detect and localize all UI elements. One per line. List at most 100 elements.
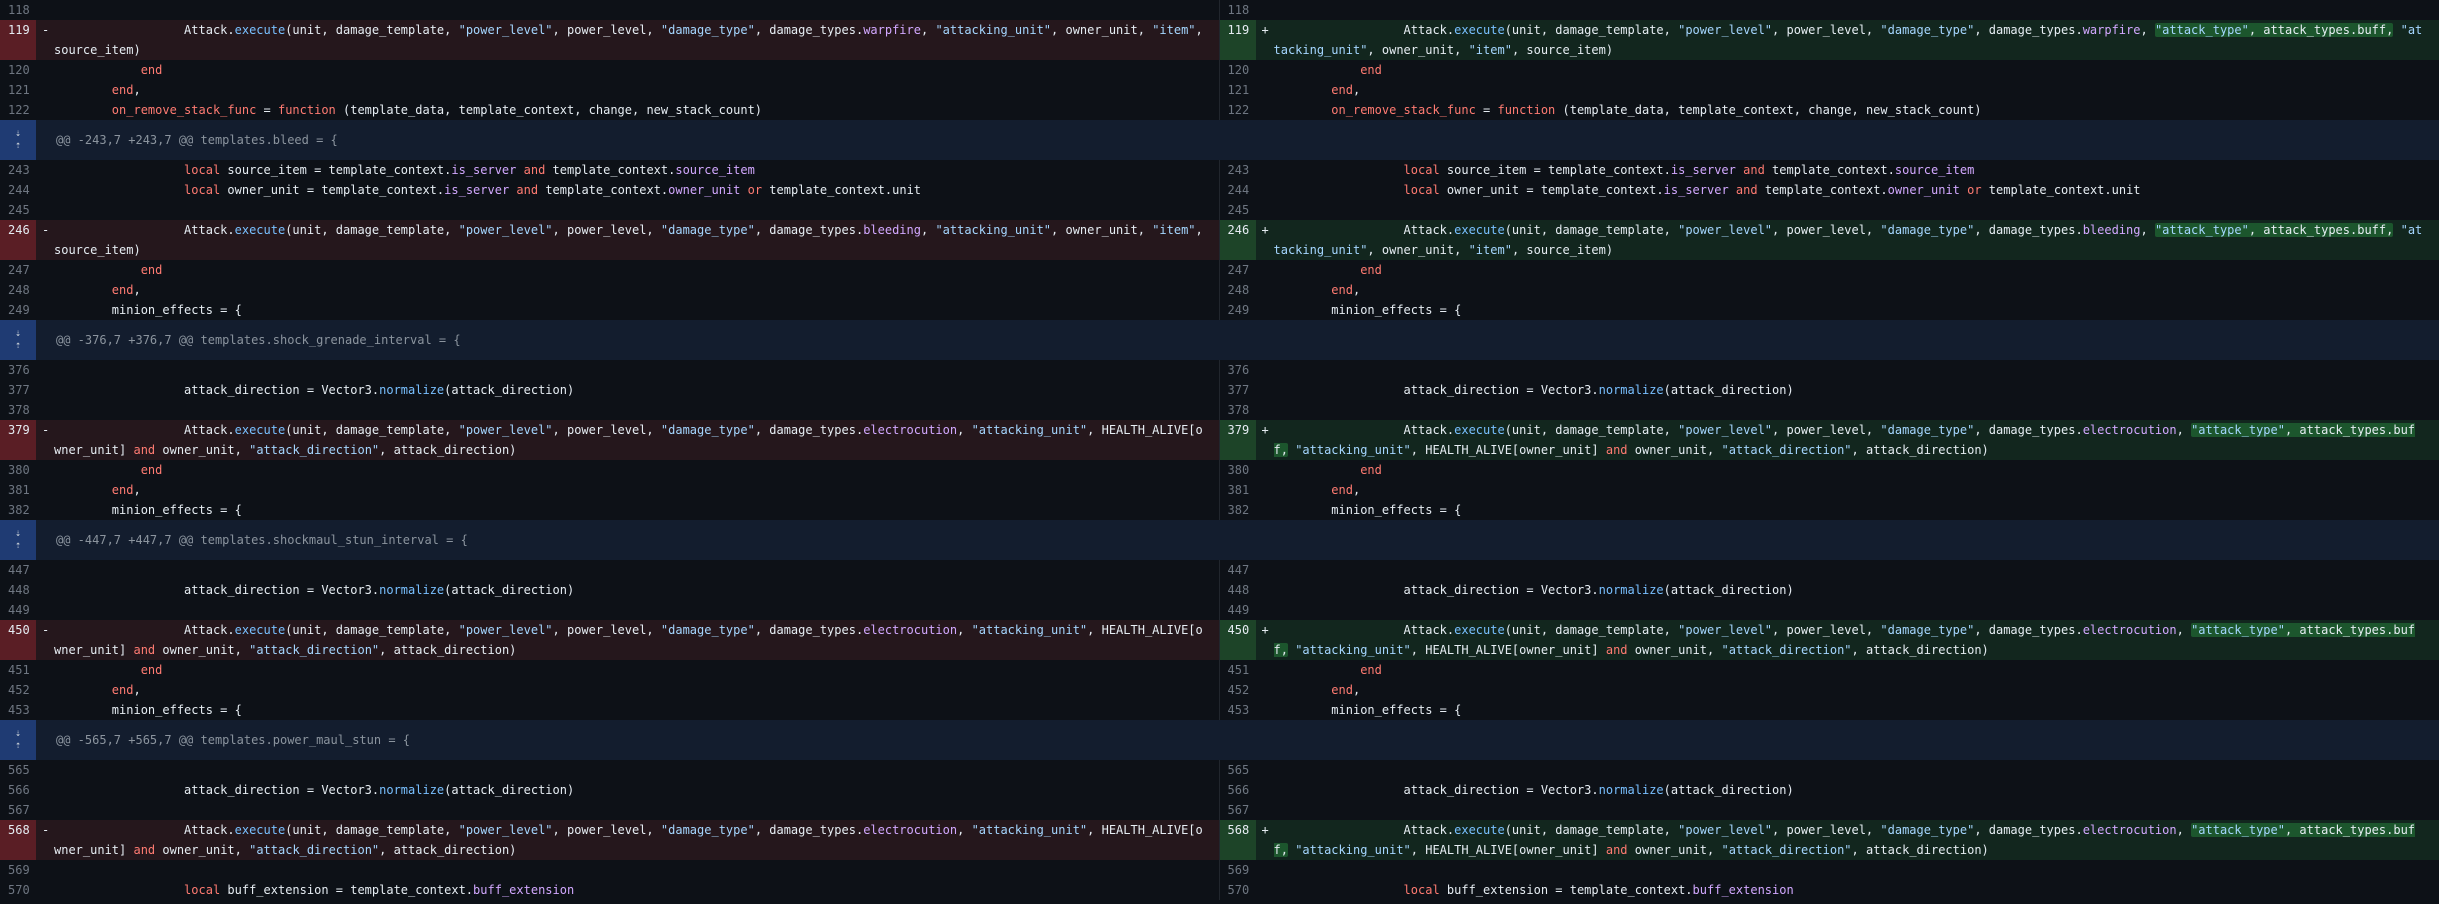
line-number[interactable]: 450 (1219, 620, 1256, 660)
line-number[interactable]: 378 (1220, 400, 1256, 420)
expand-hunk-button[interactable]: ⇣ ⇡ (0, 120, 36, 160)
line-number[interactable]: 448 (1220, 580, 1256, 600)
line-number[interactable]: 449 (1220, 600, 1256, 620)
line-number[interactable]: 122 (0, 100, 36, 120)
line-number[interactable]: 567 (1220, 800, 1256, 820)
line-number[interactable]: 449 (0, 600, 36, 620)
line-marker (36, 400, 54, 420)
line-number[interactable]: 447 (1220, 560, 1256, 580)
line-number[interactable]: 118 (1220, 0, 1256, 20)
line-number[interactable]: 567 (0, 800, 36, 820)
line-number[interactable]: 381 (0, 480, 36, 500)
addition-marker: + (1261, 23, 1269, 37)
line-number[interactable]: 452 (0, 680, 36, 700)
line-number[interactable]: 453 (0, 700, 36, 720)
line-number[interactable]: 565 (1220, 760, 1256, 780)
code-line: minion_effects = { (54, 303, 242, 317)
line-number[interactable]: 244 (1220, 180, 1256, 200)
line-number[interactable]: 569 (0, 860, 36, 880)
code-line: end, (1331, 483, 1361, 497)
line-number[interactable]: 121 (0, 80, 36, 100)
line-number[interactable]: 376 (0, 360, 36, 380)
right-line: 248 end, (1218, 280, 2439, 300)
line-number[interactable]: 565 (0, 760, 36, 780)
line-number[interactable]: 120 (1220, 60, 1256, 80)
line-number[interactable]: 121 (1220, 80, 1256, 100)
deletion-marker: - (42, 223, 50, 237)
line-number[interactable]: 447 (0, 560, 36, 580)
line-number[interactable]: 119 (0, 20, 36, 60)
line-number[interactable]: 380 (1220, 460, 1256, 480)
line-number[interactable]: 566 (0, 780, 36, 800)
line-number[interactable]: 118 (0, 0, 36, 20)
line-number[interactable]: 379 (1219, 420, 1256, 460)
line-number[interactable]: 452 (1220, 680, 1256, 700)
right-line: 377 attack_direction = Vector3.normalize… (1218, 380, 2439, 400)
line-number[interactable]: 243 (1220, 160, 1256, 180)
right-line: 449 (1218, 600, 2439, 620)
line-number[interactable]: 248 (1220, 280, 1256, 300)
line-number[interactable]: 379 (0, 420, 36, 460)
line-number[interactable]: 570 (1220, 880, 1256, 900)
left-line: 380 end (0, 460, 1219, 480)
line-number[interactable]: 246 (0, 220, 36, 260)
line-number[interactable]: 246 (1219, 220, 1256, 260)
line-number[interactable]: 247 (0, 260, 36, 280)
line-number[interactable]: 119 (1219, 20, 1256, 60)
line-number[interactable]: 566 (1220, 780, 1256, 800)
line-marker (1256, 400, 1274, 420)
line-marker (36, 80, 54, 100)
line-number[interactable]: 450 (0, 620, 36, 660)
line-number[interactable]: 569 (1220, 860, 1256, 880)
right-line: 247 end (1218, 260, 2439, 280)
line-number[interactable]: 448 (0, 580, 36, 600)
line-number[interactable]: 381 (1220, 480, 1256, 500)
line-number[interactable]: 249 (0, 300, 36, 320)
line-number[interactable]: 244 (0, 180, 36, 200)
line-number[interactable]: 568 (1219, 820, 1256, 860)
expand-hunk-button[interactable]: ⇣ ⇡ (0, 320, 36, 360)
left-line: 378 (0, 400, 1219, 420)
line-number[interactable]: 245 (0, 200, 36, 220)
line-number[interactable]: 451 (0, 660, 36, 680)
line-number[interactable]: 248 (0, 280, 36, 300)
right-line: 382 minion_effects = { (1218, 500, 2439, 520)
line-number[interactable]: 451 (1220, 660, 1256, 680)
line-number[interactable]: 378 (0, 400, 36, 420)
line-number[interactable]: 377 (0, 380, 36, 400)
code-line: end (1360, 63, 1382, 77)
code-line: end, (1331, 683, 1361, 697)
expand-down-icon: ⇣ (14, 728, 22, 739)
addition-marker: + (1261, 823, 1269, 837)
line-number[interactable]: 568 (0, 820, 36, 860)
line-marker (1256, 500, 1274, 520)
line-number[interactable]: 249 (1220, 300, 1256, 320)
left-line: 121 end, (0, 80, 1219, 100)
line-number[interactable]: 380 (0, 460, 36, 480)
line-number[interactable]: 377 (1220, 380, 1256, 400)
line-number[interactable]: 382 (0, 500, 36, 520)
line-marker (36, 860, 54, 880)
diff-row: 570 local buff_extension = template_cont… (0, 880, 2439, 900)
diff-row: 246- Attack.execute(unit, damage_templat… (0, 220, 2439, 260)
line-number[interactable]: 245 (1220, 200, 1256, 220)
line-marker (36, 160, 54, 180)
line-number[interactable]: 247 (1220, 260, 1256, 280)
right-line: 243 local source_item = template_context… (1218, 160, 2439, 180)
line-marker (1256, 60, 1274, 80)
line-number[interactable]: 570 (0, 880, 36, 900)
line-number[interactable]: 122 (1220, 100, 1256, 120)
line-number[interactable]: 120 (0, 60, 36, 80)
hunk-header: ⇣ ⇡ @@ -243,7 +243,7 @@ templates.bleed = … (0, 120, 2439, 160)
expand-hunk-button[interactable]: ⇣ ⇡ (0, 520, 36, 560)
code-line: end (140, 63, 163, 77)
line-number[interactable]: 382 (1220, 500, 1256, 520)
line-number[interactable]: 376 (1220, 360, 1256, 380)
expand-hunk-button[interactable]: ⇣ ⇡ (0, 720, 36, 760)
line-number[interactable]: 243 (0, 160, 36, 180)
line-number[interactable]: 453 (1220, 700, 1256, 720)
left-line: 248 end, (0, 280, 1219, 300)
